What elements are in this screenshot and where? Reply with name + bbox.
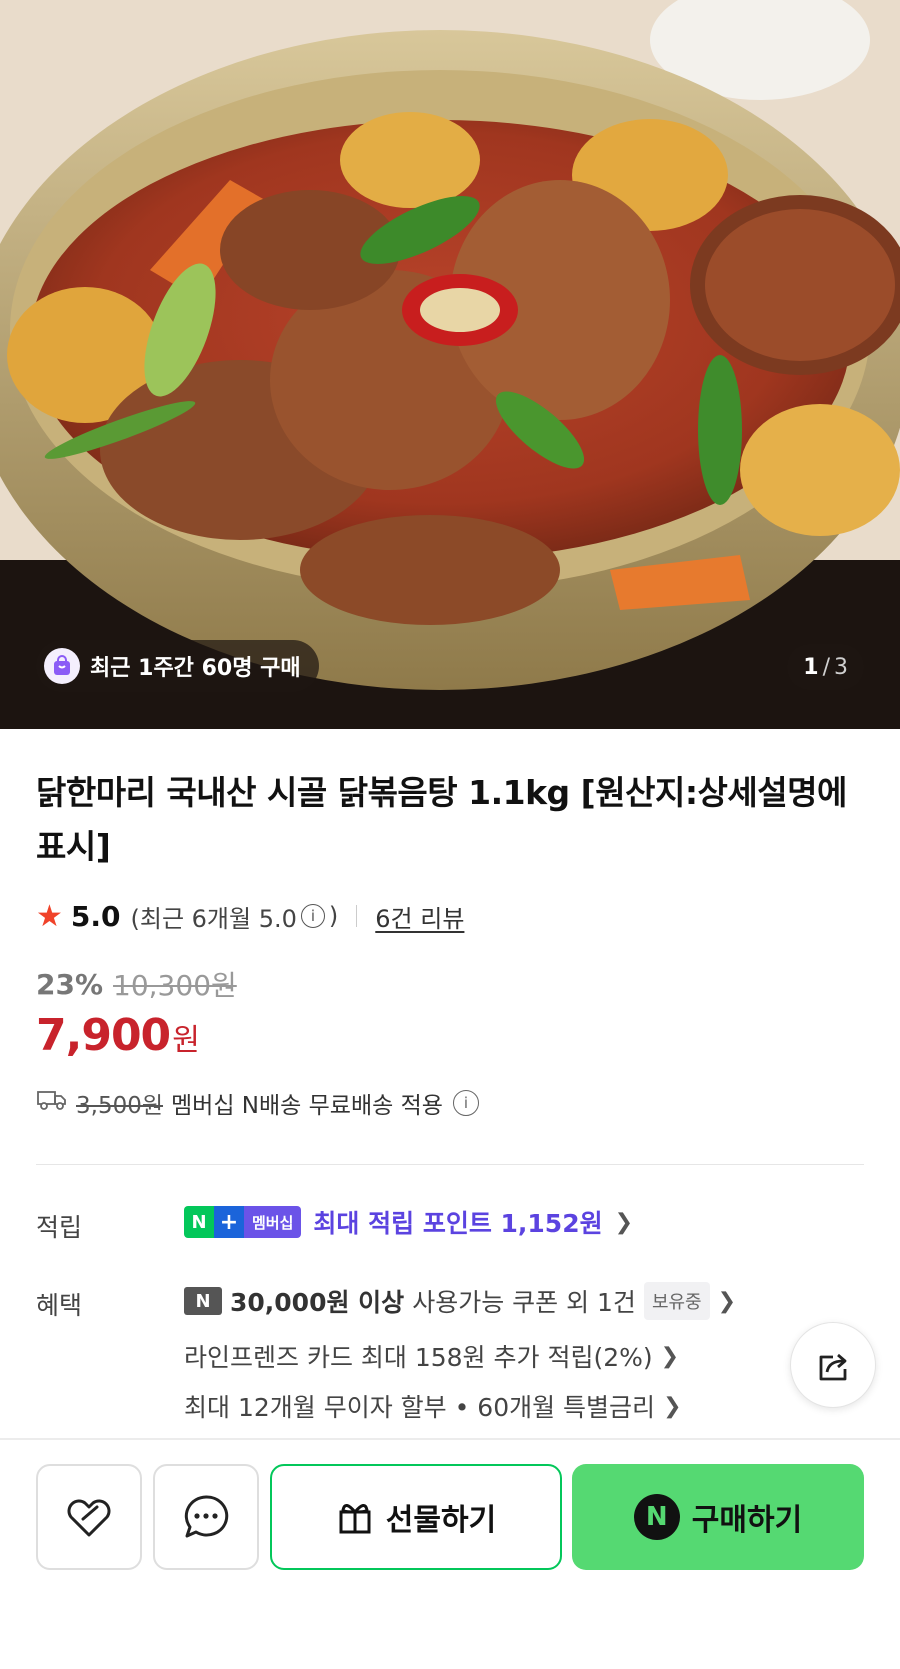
review-count-link[interactable]: 6건 리뷰 bbox=[375, 899, 464, 934]
shopping-bag-icon bbox=[44, 648, 80, 684]
card-benefit-text: 라인프렌즈 카드 최대 158원 추가 적립(2%) bbox=[184, 1343, 653, 1372]
badge-n: N bbox=[184, 1206, 214, 1238]
share-button[interactable] bbox=[790, 1322, 876, 1408]
naver-pay-n-icon: N bbox=[633, 1494, 680, 1540]
buy-button[interactable]: N 구매하기 bbox=[572, 1464, 864, 1570]
chevron-right-icon: ❯ bbox=[663, 1393, 682, 1419]
star-icon: ★ bbox=[36, 898, 63, 934]
installment-text: 최대 12개월 무이자 할부 • 60개월 특별금리 bbox=[184, 1393, 656, 1422]
sale-price-unit: 원 bbox=[172, 1023, 200, 1058]
discount-row: 23% 10,300원 bbox=[36, 964, 237, 1004]
image-counter-current: 1 bbox=[803, 654, 819, 680]
section-divider bbox=[36, 1164, 864, 1165]
gift-icon bbox=[339, 1504, 371, 1534]
product-photo bbox=[0, 0, 900, 729]
naver-plus-membership-badge: N + 멤버십 bbox=[184, 1206, 302, 1238]
points-label: 적립 bbox=[36, 1213, 83, 1242]
coupon-text: 사용가능 쿠폰 외 1건 bbox=[412, 1288, 636, 1317]
badge-membership: 멤버십 bbox=[244, 1206, 302, 1238]
chevron-right-icon: ❯ bbox=[717, 1288, 737, 1314]
points-text: 최대 적립 포인트 1,152원 bbox=[313, 1209, 603, 1238]
rating-row: ★ 5.0 (최근 6개월 5.0 i ) 6건 리뷰 bbox=[36, 896, 464, 936]
naver-n-icon: N bbox=[184, 1287, 222, 1315]
image-counter-total: 3 bbox=[834, 654, 848, 680]
points-row[interactable]: N + 멤버십 최대 적립 포인트 1,152원 ❯ bbox=[184, 1204, 633, 1240]
buy-button-label: 구매하기 bbox=[691, 1503, 803, 1538]
sale-price: 7,900 bbox=[36, 1010, 171, 1061]
bottom-bar-divider bbox=[0, 1438, 900, 1440]
truck-icon bbox=[36, 1088, 68, 1118]
rating-score: 5.0 bbox=[70, 899, 121, 933]
chevron-right-icon: ❯ bbox=[614, 1209, 634, 1235]
chevron-right-icon: ❯ bbox=[660, 1343, 680, 1369]
installment-benefit-row[interactable]: 최대 12개월 무이자 할부 • 60개월 특별금리 ❯ bbox=[184, 1388, 682, 1424]
shipping-row: 3,500원 멤버십 N배송 무료배송 적용 i bbox=[36, 1086, 479, 1120]
gift-button[interactable]: 선물하기 bbox=[270, 1464, 562, 1570]
badge-plus: + bbox=[214, 1206, 244, 1238]
rating-recent-close: ) bbox=[328, 902, 339, 930]
share-icon bbox=[819, 1353, 847, 1381]
shipping-text: 멤버십 N배송 무료배송 적용 bbox=[171, 1093, 443, 1119]
wishlist-button[interactable] bbox=[36, 1464, 142, 1570]
coupon-amount: 30,000원 이상 bbox=[230, 1288, 405, 1317]
image-counter: 1 / 3 bbox=[787, 644, 864, 690]
info-icon[interactable]: i bbox=[452, 1090, 479, 1116]
sale-price-row: 7,900 원 bbox=[36, 1010, 200, 1061]
heart-icon bbox=[67, 1499, 111, 1537]
recent-purchase-text: 최근 1주간 60명 구매 bbox=[90, 656, 301, 681]
chat-bubble-icon bbox=[184, 1495, 229, 1538]
product-title: 닭한마리 국내산 시골 닭볶음탕 1.1kg [원산지:상세설명에 표시] bbox=[36, 773, 847, 866]
shipping-original-fee: 3,500원 bbox=[76, 1093, 164, 1119]
image-counter-separator: / bbox=[822, 654, 830, 680]
product-image-carousel[interactable]: 최근 1주간 60명 구매 1 / 3 bbox=[0, 0, 900, 729]
inquiry-button[interactable] bbox=[153, 1464, 259, 1570]
rating-recent-text: (최근 6개월 5.0 bbox=[130, 904, 297, 933]
gift-button-label: 선물하기 bbox=[385, 1503, 497, 1538]
discount-percent: 23% bbox=[36, 967, 104, 1001]
rating-divider bbox=[356, 905, 358, 927]
card-benefit-row[interactable]: 라인프렌즈 카드 최대 158원 추가 적립(2%) ❯ bbox=[184, 1338, 679, 1374]
recent-purchase-badge: 최근 1주간 60명 구매 bbox=[36, 640, 319, 692]
original-price: 10,300원 bbox=[113, 969, 237, 1002]
coupon-held-badge: 보유중 bbox=[643, 1282, 710, 1320]
coupon-benefit-row[interactable]: N 30,000원 이상 사용가능 쿠폰 외 1건 보유중 ❯ bbox=[184, 1282, 736, 1320]
info-icon[interactable]: i bbox=[300, 904, 325, 928]
benefits-label: 혜택 bbox=[36, 1291, 83, 1320]
